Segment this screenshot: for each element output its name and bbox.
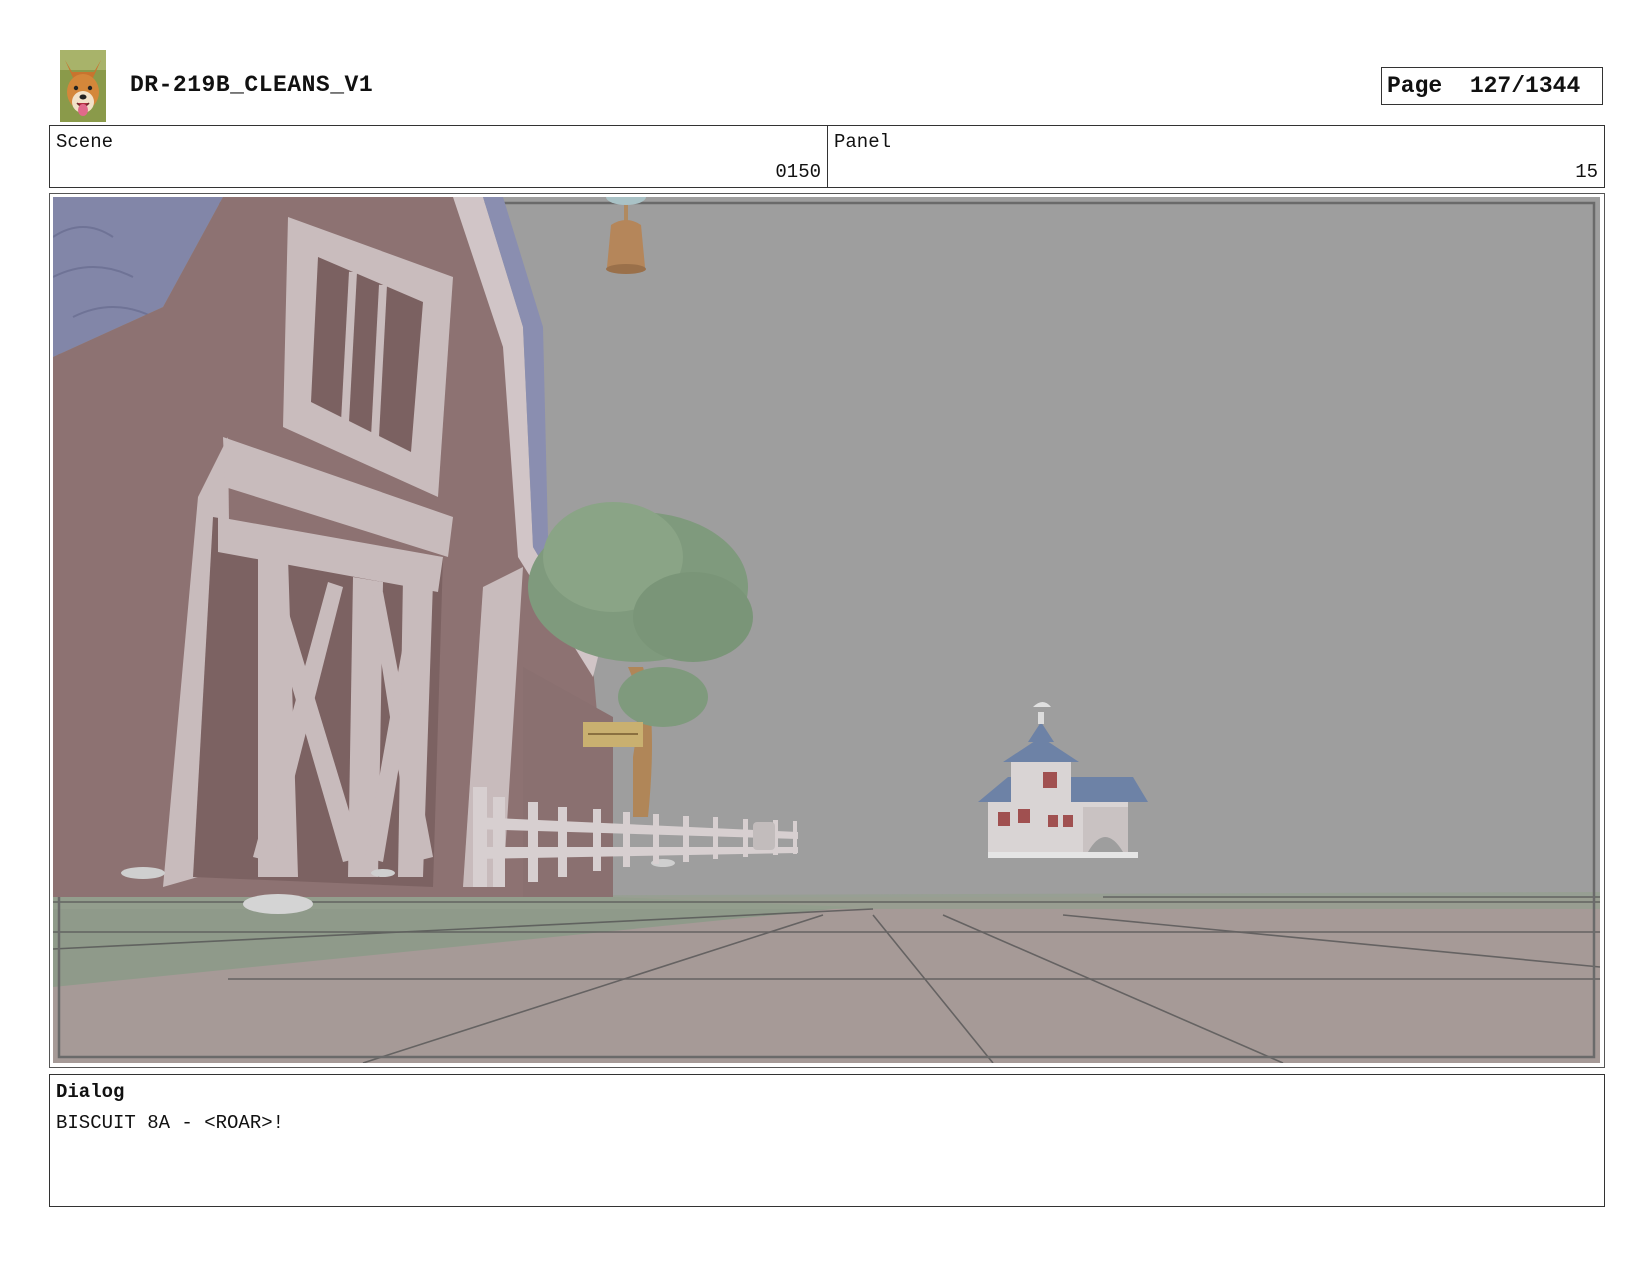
dialog-text: BISCUIT 8A - <ROAR>! <box>56 1112 285 1134</box>
scene-cell: Scene 0150 <box>50 126 828 187</box>
storyboard-panel-image <box>49 193 1605 1068</box>
document-title: DR-219B_CLEANS_V1 <box>130 72 374 98</box>
scene-panel-bar: Scene 0150 Panel 15 <box>49 125 1605 188</box>
dialog-box: Dialog BISCUIT 8A - <ROAR>! <box>49 1074 1605 1207</box>
page-number: 127/1344 <box>1469 73 1581 99</box>
dialog-heading: Dialog <box>56 1081 125 1103</box>
panel-label: Panel <box>834 131 892 153</box>
panel-number: 15 <box>1575 161 1598 183</box>
page-indicator: Page 127/1344 <box>1381 67 1603 105</box>
scene-label: Scene <box>56 131 114 153</box>
page-label: Page <box>1387 73 1443 99</box>
dog-logo-icon <box>60 50 106 122</box>
scene-number: 0150 <box>775 161 821 183</box>
panel-cell: Panel 15 <box>828 126 1604 187</box>
farm-scene-illustration <box>53 197 1600 1063</box>
